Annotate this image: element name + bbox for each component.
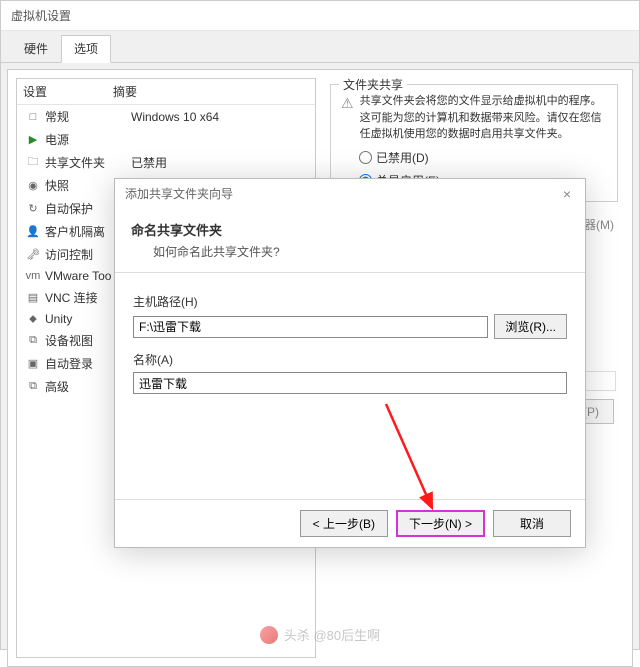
list-item[interactable]: 🗀 共享文件夹已禁用 [17, 151, 315, 174]
group-title: 文件夹共享 [339, 76, 407, 93]
tab-options[interactable]: 选项 [61, 35, 111, 63]
back-button[interactable]: < 上一步(B) [300, 510, 388, 537]
item-icon: 🗝 [25, 248, 41, 262]
wizard-title-bar: 添加共享文件夹向导 × [115, 179, 585, 208]
wizard-footer: < 上一步(B) 下一步(N) > 取消 [115, 499, 585, 547]
host-path-input[interactable] [133, 316, 488, 338]
item-label: 电源 [45, 131, 131, 148]
item-icon: ▶ [25, 133, 41, 147]
col-header-summary: 摘要 [113, 83, 309, 100]
warning-icon: ⚠ [341, 93, 354, 143]
item-summary: Windows 10 x64 [131, 110, 309, 124]
item-icon: ▤ [25, 291, 41, 305]
item-icon: 👤 [25, 225, 41, 239]
window-title: 虚拟机设置 [1, 1, 639, 31]
radio-disabled[interactable]: 已禁用(D) [359, 149, 607, 166]
item-icon: □ [25, 110, 41, 124]
item-summary: 已禁用 [131, 154, 309, 171]
host-path-row: 浏览(R)... [133, 314, 567, 339]
item-icon: 🗀 [25, 156, 41, 170]
tab-hardware[interactable]: 硬件 [11, 35, 61, 62]
next-button[interactable]: 下一步(N) > [396, 510, 485, 537]
item-label: 常规 [45, 108, 131, 125]
item-label: 共享文件夹 [45, 154, 131, 171]
tab-strip: 硬件 选项 [1, 31, 639, 63]
list-item[interactable]: ▶ 电源 [17, 128, 315, 151]
radio-disabled-label: 已禁用(D) [376, 149, 429, 166]
item-icon: ▣ [25, 357, 41, 371]
item-icon: ⧉ [25, 334, 41, 348]
warning-row: ⚠ 共享文件夹会将您的文件显示给虚拟机中的程序。这可能为您的计算机和数据带来风险… [341, 93, 607, 143]
item-icon: ⬥ [25, 312, 41, 326]
item-icon: ◉ [25, 179, 41, 193]
list-item[interactable]: □ 常规Windows 10 x64 [17, 105, 315, 128]
col-header-device: 设置 [23, 83, 113, 100]
watermark-icon [260, 626, 278, 644]
name-input[interactable] [133, 372, 567, 394]
wizard-header: 命名共享文件夹 如何命名此共享文件夹? [115, 208, 585, 273]
radio-disabled-input[interactable] [359, 151, 372, 164]
wizard-title-text: 添加共享文件夹向导 [125, 185, 233, 202]
host-path-label: 主机路径(H) [133, 293, 567, 310]
add-shared-folder-wizard: 添加共享文件夹向导 × 命名共享文件夹 如何命名此共享文件夹? 主机路径(H) … [114, 178, 586, 548]
close-icon[interactable]: × [559, 186, 575, 202]
warning-text: 共享文件夹会将您的文件显示给虚拟机中的程序。这可能为您的计算机和数据带来风险。请… [360, 93, 607, 143]
wizard-body: 主机路径(H) 浏览(R)... 名称(A) [115, 273, 585, 420]
list-header: 设置 摘要 [17, 79, 315, 105]
item-icon: vm [25, 269, 41, 283]
item-icon: ↻ [25, 202, 41, 216]
watermark: 头杀 @80后生啊 [0, 625, 640, 644]
cancel-button[interactable]: 取消 [493, 510, 571, 537]
name-label: 名称(A) [133, 351, 567, 368]
browse-button[interactable]: 浏览(R)... [494, 314, 567, 339]
wizard-subheading: 如何命名此共享文件夹? [153, 243, 569, 260]
wizard-heading: 命名共享文件夹 [131, 220, 569, 239]
watermark-text: 头杀 @80后生啊 [284, 625, 380, 644]
name-row [133, 372, 567, 394]
item-icon: ⧉ [25, 380, 41, 394]
